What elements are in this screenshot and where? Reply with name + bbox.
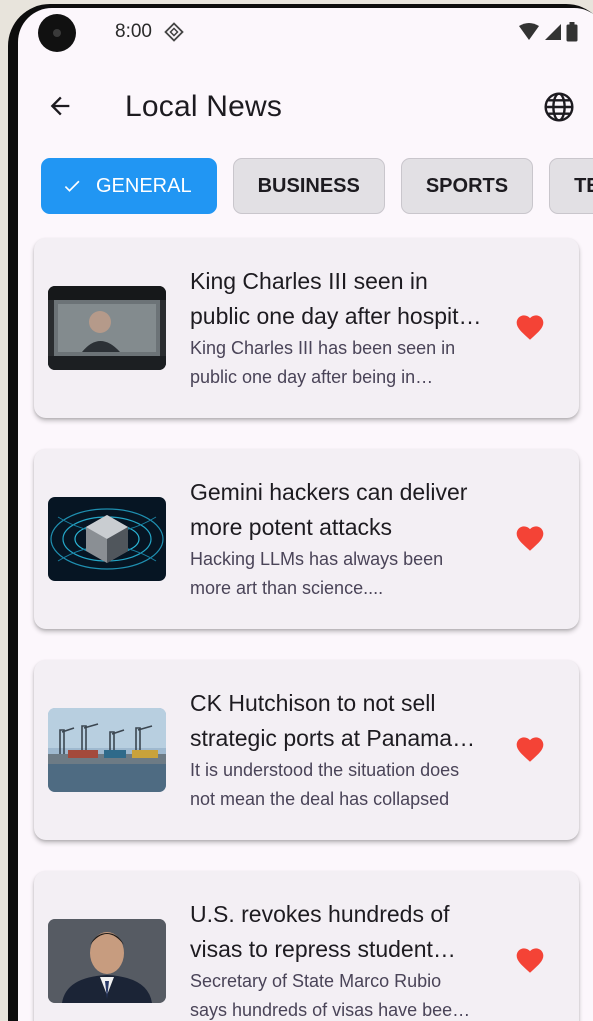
news-card[interactable]: King Charles III seen in public one day … [34, 238, 579, 418]
chip-business[interactable]: BUSINESS [232, 158, 385, 214]
battery-icon [566, 22, 578, 47]
news-card[interactable]: CK Hutchison to not sell strategic ports… [34, 660, 579, 840]
signal-icon [544, 23, 562, 46]
article-description: Hacking LLMs has always been more art th… [190, 549, 444, 598]
article-thumbnail [48, 919, 166, 1003]
chip-general[interactable]: GENERAL [41, 158, 217, 214]
category-chips: GENERAL BUSINESS SPORTS TECHNOLOGY [41, 158, 593, 214]
wifi-icon [518, 23, 540, 46]
article-description: It is understood the situation does not … [190, 760, 460, 809]
heart-icon [514, 522, 546, 557]
heart-icon [514, 311, 546, 346]
language-button[interactable] [538, 88, 580, 130]
article-thumbnail [48, 708, 166, 792]
article-description: Secretary of State Marco Rubio says hund… [190, 971, 463, 1020]
article-title: CK Hutchison to not sell strategic ports… [190, 690, 453, 751]
article-title: King Charles III seen in public one day … [190, 268, 477, 329]
chip-label: TECHNOLOGY [574, 174, 593, 197]
globe-icon [543, 91, 575, 128]
article-title: U.S. revokes hundreds of visas to repres… [190, 901, 450, 962]
favorite-button[interactable] [512, 733, 548, 767]
chip-label: GENERAL [96, 174, 192, 197]
check-icon [62, 176, 82, 196]
favorite-button[interactable] [512, 522, 548, 556]
arrow-back-icon [46, 92, 74, 125]
back-button[interactable] [40, 88, 80, 128]
article-description: King Charles III has been seen in public… [190, 338, 456, 387]
app-bar: Local News [18, 68, 593, 148]
chip-technology[interactable]: TECHNOLOGY [549, 158, 593, 214]
status-bar: 8:00 [18, 8, 593, 58]
device: 8:00 Local News GENERAL BUSINESS SPORTS … [0, 0, 593, 1021]
chip-label: BUSINESS [257, 174, 360, 197]
favorite-button[interactable] [512, 311, 548, 345]
favorite-button[interactable] [512, 944, 548, 978]
news-card[interactable]: U.S. revokes hundreds of visas to repres… [34, 871, 579, 1021]
status-icons [518, 22, 578, 47]
sync-icon [164, 22, 184, 42]
article-thumbnail [48, 286, 166, 370]
heart-icon [514, 733, 546, 768]
front-camera [38, 14, 76, 52]
heart-icon [514, 944, 546, 979]
news-card[interactable]: Gemini hackers can deliver more potent a… [34, 449, 579, 629]
status-time: 8:00 [115, 21, 152, 42]
article-title: Gemini hackers can deliver more potent a… [190, 479, 468, 540]
page-title: Local News [125, 90, 283, 123]
chip-sports[interactable]: SPORTS [400, 158, 534, 214]
article-thumbnail [48, 497, 166, 581]
chip-label: SPORTS [425, 174, 509, 197]
app-screen: 8:00 Local News GENERAL BUSINESS SPORTS … [18, 8, 593, 1021]
